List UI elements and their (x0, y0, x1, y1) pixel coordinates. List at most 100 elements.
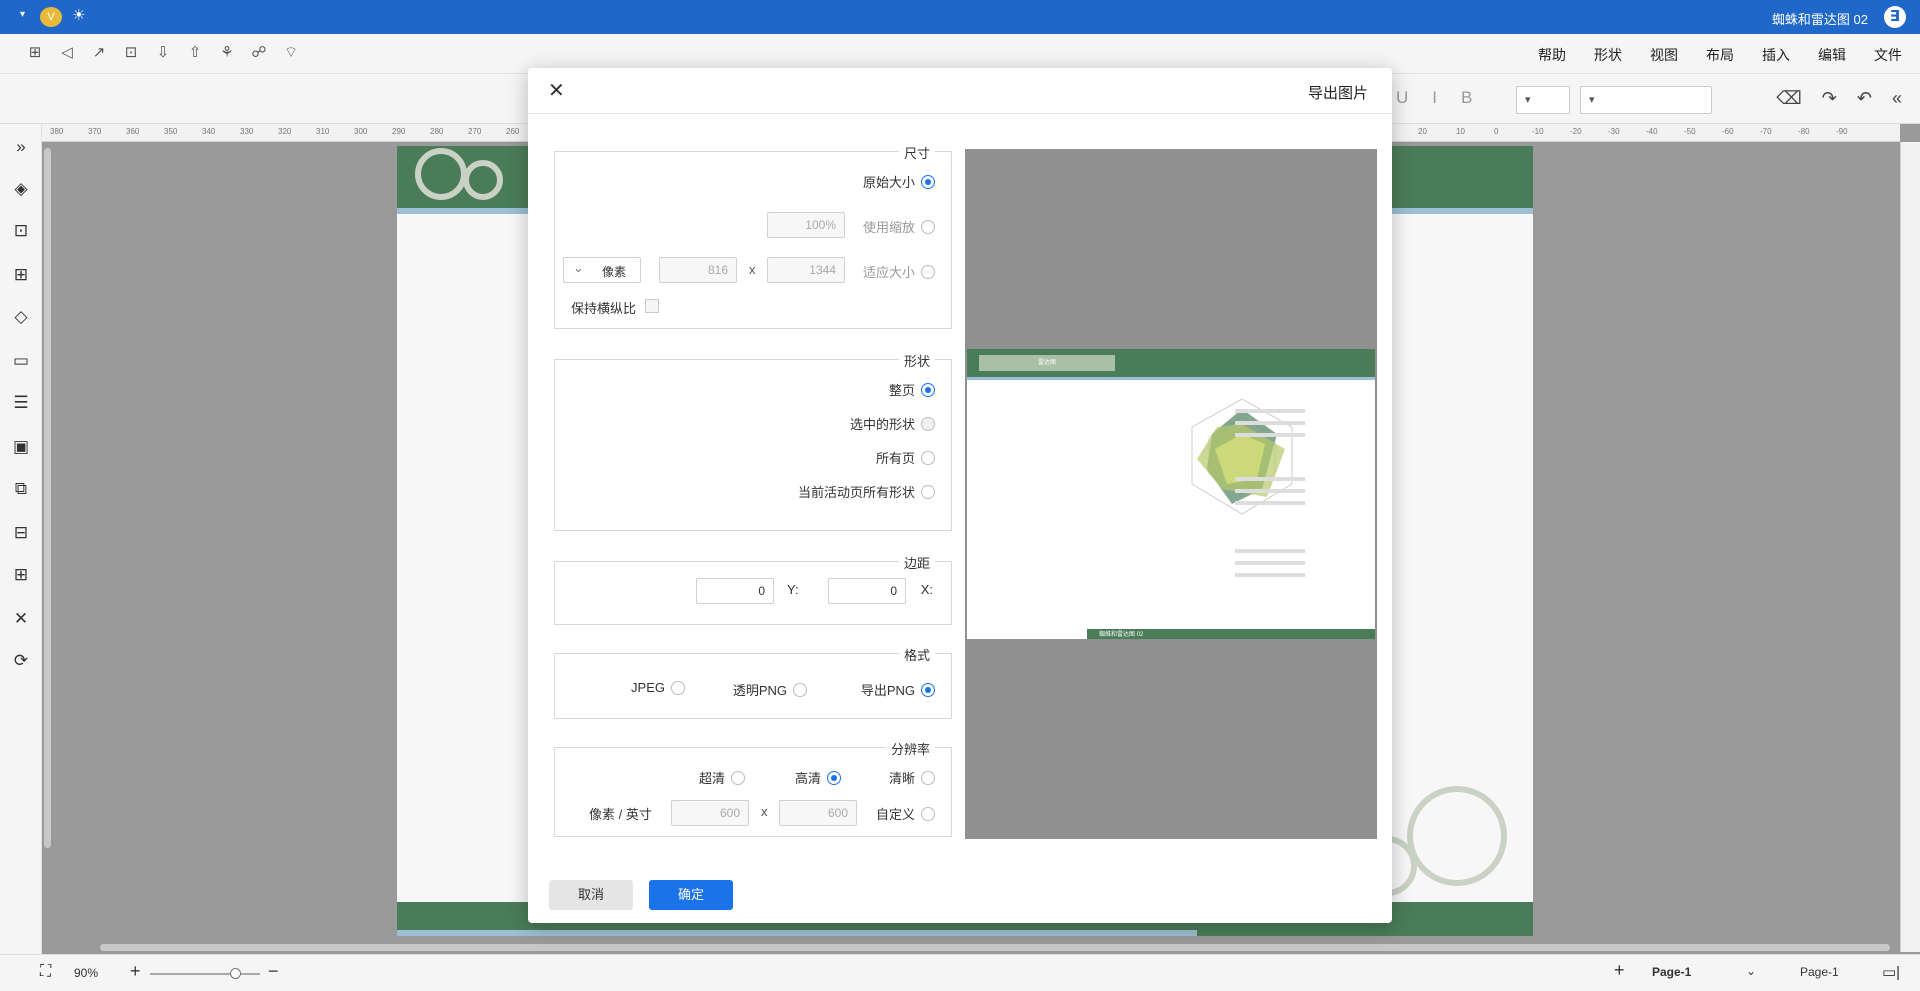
margin-x-input[interactable]: 0 (828, 578, 906, 604)
format-icon[interactable]: ⊞ (10, 564, 32, 586)
share-icon[interactable]: ↗ (90, 43, 108, 62)
document-title[interactable]: 蜘蛛和雷达图 02 (1772, 9, 1868, 28)
fit-size-radio[interactable]: 适应大小 (863, 262, 935, 281)
shirt-icon[interactable]: ⊞ (26, 43, 44, 62)
ruler-tick-label: -80 (1798, 127, 1810, 136)
radio-dot[interactable] (921, 416, 935, 431)
radio-dot[interactable] (921, 806, 935, 821)
zoom-slider-handle[interactable] (230, 968, 241, 979)
zoom-input[interactable]: 100% (767, 212, 845, 238)
menu-shape[interactable]: 形状 (1594, 45, 1622, 65)
width-input[interactable]: 1344 (767, 257, 845, 283)
radio-dot[interactable] (921, 682, 935, 697)
collapse-icon[interactable]: « (1892, 88, 1902, 109)
original-size-radio[interactable]: 原始大小 (863, 172, 935, 191)
layers-icon[interactable]: ◇ (10, 306, 32, 328)
export-icon[interactable]: ⊡ (122, 43, 140, 62)
radio-label: 超清 (698, 771, 725, 786)
radio-dot[interactable] (921, 382, 935, 397)
send-icon[interactable]: ☍ (250, 43, 268, 62)
font-size-select[interactable]: ▾ (1516, 86, 1570, 114)
clear-radio[interactable]: 清晰 (889, 768, 935, 787)
vip-badge-icon[interactable]: V (40, 7, 62, 27)
height-input[interactable]: 816 (659, 257, 737, 283)
history-icon[interactable]: ⟳ (10, 650, 32, 672)
fullscreen-icon[interactable]: ⌔ (282, 43, 300, 62)
zoom-level[interactable]: 90% (74, 966, 98, 980)
export-image-dialog: 导出图片 ✕ 雷达图 蜘蛛和雷达图 02 尺寸 原始大小 使用缩放 100% 适… (528, 68, 1392, 923)
menu-layout[interactable]: 布局 (1706, 45, 1734, 65)
grid-icon[interactable]: ⊞ (10, 264, 32, 286)
current-page-shapes-radio[interactable]: 当前活动页所有形状 (798, 482, 935, 501)
download-icon[interactable]: ⇩ (154, 43, 172, 62)
add-page-button[interactable]: + (1614, 960, 1625, 981)
radio-dot[interactable] (921, 484, 935, 499)
save-icon[interactable]: ⇧ (186, 43, 204, 62)
cancel-button[interactable]: 取消 (549, 880, 633, 910)
menu-help[interactable]: 帮助 (1538, 45, 1566, 65)
menu-view[interactable]: 视图 (1650, 45, 1678, 65)
horizontal-scrollbar[interactable] (100, 944, 1890, 951)
redo-icon[interactable]: ↷ (1822, 88, 1837, 109)
fit-page-icon[interactable]: ⛶ (40, 963, 51, 981)
page-icon[interactable]: ⊡ (10, 220, 32, 242)
dropdown-caret-icon[interactable]: ▾ (20, 9, 25, 20)
image-icon[interactable]: ▣ (10, 436, 32, 458)
radio-dot[interactable] (921, 264, 935, 279)
theme-icon[interactable]: ☀ (72, 6, 85, 24)
menu-edit[interactable]: 编辑 (1818, 45, 1846, 65)
use-zoom-radio[interactable]: 使用缩放 (863, 217, 935, 236)
custom-resolution-radio[interactable]: 自定义 (876, 804, 935, 823)
italic-icon[interactable]: I (1432, 88, 1437, 108)
margin-y-label: Y: (787, 582, 799, 597)
connect-icon[interactable]: ✕ (10, 608, 32, 630)
format-section: 格式 导出PNG 透明PNG JPEG (554, 645, 952, 719)
underline-icon[interactable]: U (1396, 88, 1408, 108)
font-family-select[interactable]: ▾ (1580, 86, 1712, 114)
transparent-png-radio[interactable]: 透明PNG (733, 680, 807, 699)
zoom-out-button[interactable]: − (268, 961, 279, 982)
menu-insert[interactable]: 插入 (1762, 45, 1790, 65)
zoom-in-button[interactable]: + (130, 961, 141, 982)
page-select[interactable]: Page-1 (1800, 965, 1839, 979)
selected-shape-radio[interactable]: 选中的形状 (850, 414, 935, 433)
all-pages-radio[interactable]: 所有页 (876, 448, 935, 467)
bold-icon[interactable]: B (1461, 88, 1472, 108)
pages-panel-icon[interactable]: ▭| (1882, 963, 1900, 981)
ok-button[interactable]: 确定 (649, 880, 733, 910)
undo-icon[interactable]: ↶ (1857, 88, 1872, 109)
margin-y-input[interactable]: 0 (696, 578, 774, 604)
radio-dot[interactable] (921, 219, 935, 234)
radio-dot[interactable] (921, 450, 935, 465)
uhd-radio[interactable]: 超清 (699, 768, 745, 787)
whole-page-radio[interactable]: 整页 (889, 380, 935, 399)
close-icon[interactable]: ✕ (548, 78, 565, 103)
zoom-slider[interactable] (150, 973, 260, 975)
radio-dot[interactable] (921, 770, 935, 785)
png-radio[interactable]: 导出PNG (861, 680, 935, 699)
hd-radio[interactable]: 高清 (795, 768, 841, 787)
fill-icon[interactable]: ◈ (10, 178, 32, 200)
app-logo-icon[interactable]: ∃ (1884, 6, 1906, 28)
resolution-width-input[interactable]: 600 (779, 800, 857, 826)
org-chart-icon[interactable]: ⧉ (10, 478, 32, 500)
menu-file[interactable]: 文件 (1874, 45, 1902, 65)
table-icon[interactable]: ⊟ (10, 522, 32, 544)
jpeg-radio[interactable]: JPEG (631, 680, 685, 695)
play-icon[interactable]: ⚘ (218, 43, 236, 62)
radio-dot[interactable] (793, 682, 807, 697)
radio-dot[interactable] (921, 174, 935, 189)
expand-icon[interactable]: » (10, 136, 32, 158)
presentation-icon[interactable]: ▭ (10, 350, 32, 372)
resolution-height-input[interactable]: 600 (671, 800, 749, 826)
radio-dot[interactable] (671, 680, 685, 695)
glasses-icon[interactable]: ◁ (58, 43, 76, 62)
chevron-down-icon[interactable]: ⌄ (1746, 964, 1756, 978)
format-painter-icon[interactable]: ⌫ (1776, 88, 1801, 109)
vertical-scrollbar[interactable] (44, 148, 51, 848)
page-tab-active[interactable]: Page-1 (1652, 965, 1691, 979)
keep-ratio-checkbox[interactable] (645, 299, 659, 313)
radio-dot[interactable] (731, 770, 745, 785)
database-icon[interactable]: ☰ (10, 392, 32, 414)
radio-dot[interactable] (827, 770, 841, 785)
